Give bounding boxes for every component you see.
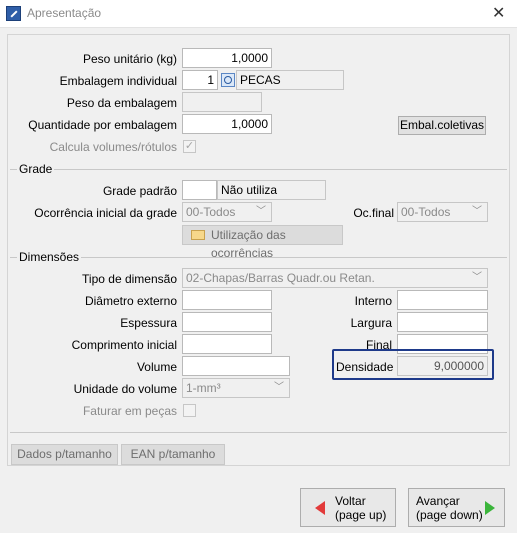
ean-tamanho-button[interactable]: EAN p/tamanho [121,444,225,465]
calcula-volumes-label: Calcula volumes/rótulos [49,140,177,154]
interno-label: Interno [354,294,392,308]
interno-input[interactable] [397,290,488,310]
comprimento-inicial-input[interactable] [182,334,272,354]
grade-section-title: Grade [17,162,55,176]
volume-label: Volume [136,360,177,374]
embal-coletivas-button[interactable]: Embal.coletivas [398,116,486,135]
folder-icon [191,230,205,240]
voltar-label: Voltar [335,494,366,508]
chevron-down-icon: ﹀ [256,206,266,217]
calcula-volumes-checkbox[interactable]: ✓ [183,140,196,153]
oc-final-select[interactable]: 00-Todos ﹀ [397,202,488,222]
utilizacao-ocorrencias-button[interactable]: Utilização das ocorrências [182,225,343,260]
largura-input[interactable] [397,312,488,332]
ocorrencia-inicial-select[interactable]: 00-Todos ﹀ [182,202,272,222]
avancar-label: Avançar [416,494,460,508]
densidade-label: Densidade [336,360,394,374]
diametro-externo-input[interactable] [182,290,272,310]
densidade-input: 9,000000 [397,356,488,376]
voltar-shortcut: (page up) [335,508,387,522]
close-icon[interactable]: ✕ [492,3,505,23]
quantidade-embalagem-input[interactable]: 1,0000 [182,114,272,134]
ocorrencia-inicial-value: 00-Todos [186,205,236,219]
oc-final-label: Oc.final [353,206,394,220]
volume-input[interactable] [182,356,290,376]
faturar-pecas-checkbox[interactable] [183,404,196,417]
espessura-label: Espessura [120,316,177,330]
diametro-externo-label: Diâmetro externo [84,294,177,308]
embalagem-individual-label: Embalagem individual [59,74,177,88]
unidade-volume-value: 1-mm³ [186,381,221,395]
dimensoes-section-title: Dimensões [17,250,82,264]
arrow-right-icon [485,501,495,515]
tipo-dimensao-value: 02-Chapas/Barras Quadr.ou Retan. [186,271,375,285]
chevron-down-icon: ﹀ [274,382,284,393]
unidade-volume-label: Unidade do volume [73,382,177,396]
avancar-button[interactable]: Avançar (page down) [408,488,505,527]
tipo-dimensao-label: Tipo de dimensão [82,272,177,286]
grade-padrao-label: Grade padrão [102,184,177,198]
peso-embalagem-input [182,92,262,112]
peso-unitario-label: Peso unitário (kg) [82,52,177,66]
arrow-left-icon [315,501,325,515]
quantidade-embalagem-label: Quantidade por embalagem [28,118,177,132]
oc-final-value: 00-Todos [401,205,451,219]
app-icon [6,6,21,21]
embalagem-individual-qty[interactable]: 1 [182,70,218,90]
avancar-shortcut: (page down) [416,508,483,522]
comprimento-inicial-label: Comprimento inicial [71,338,177,352]
tipo-dimensao-select[interactable]: 02-Chapas/Barras Quadr.ou Retan. ﹀ [182,268,488,288]
espessura-input[interactable] [182,312,272,332]
unidade-volume-select[interactable]: 1-mm³ ﹀ [182,378,290,398]
chevron-down-icon: ﹀ [472,206,482,217]
ocorrencia-inicial-label: Ocorrência inicial da grade [34,206,177,220]
largura-label: Largura [350,316,392,330]
peso-embalagem-label: Peso da embalagem [66,96,177,110]
search-icon[interactable] [221,73,235,87]
grade-padrao-desc: Não utiliza [217,180,326,200]
chevron-down-icon: ﹀ [472,272,482,283]
dimensoes-separator [10,257,507,258]
voltar-button[interactable]: Voltar (page up) [300,488,396,527]
bottom-separator [10,432,507,433]
embalagem-individual-desc: PECAS [236,70,344,90]
peso-unitario-input[interactable]: 1,0000 [182,48,272,68]
window-title: Apresentação [27,6,102,20]
grade-separator [10,169,507,170]
faturar-pecas-label: Faturar em peças [82,404,177,418]
dados-tamanho-button[interactable]: Dados p/tamanho [11,444,118,465]
grade-padrao-input[interactable] [182,180,217,200]
